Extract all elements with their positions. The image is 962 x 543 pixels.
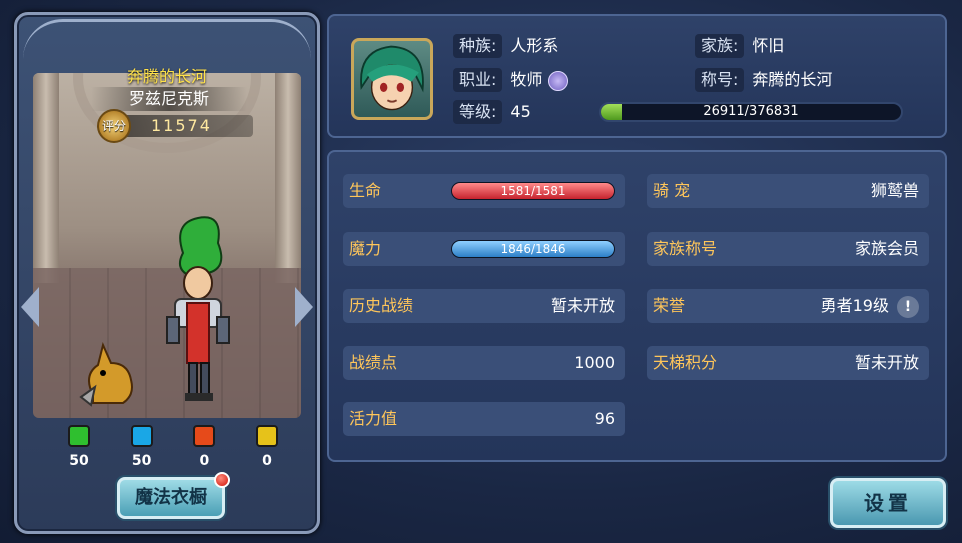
ladder-value: 暂未开放 [854,353,919,372]
green-gem-icon [68,425,90,447]
pillar-left [33,73,59,283]
yellow-gem-icon [255,425,278,447]
hp-value: 1581/1581 [500,184,566,198]
settings-button[interactable]: 设置 [830,478,946,528]
race-label: 种族: [453,34,503,58]
magic-wardrobe-button[interactable]: 魔法衣橱 [117,472,230,519]
honor-row: 荣誉 勇者19级 ! [647,289,929,323]
ladder-label: 天梯积分 [653,353,718,372]
character-title: 奔腾的长河 [126,67,207,86]
experience-text: 26911/376831 [703,104,799,119]
vitality-row: 活力值 96 [343,402,625,436]
gem-value: 50 [69,453,89,469]
class-value: 牧师 [510,70,543,89]
mp-value: 1846/1846 [500,242,566,256]
gem-blue: 50 [120,425,164,469]
family-rank-label: 家族称号 [653,239,718,258]
red-gem-icon [193,425,216,447]
pet-sprite[interactable] [73,335,143,415]
gem-value: 50 [131,453,152,469]
class-label: 职业: [453,68,503,92]
family-label: 家族: [695,34,745,58]
pet-label: 骑 宠 [653,181,691,200]
battle-points-value: 1000 [574,353,615,372]
honor-value: 勇者19级 [820,296,889,315]
family-value: 怀旧 [752,36,785,55]
arrow-left-icon[interactable] [21,287,39,327]
gem-red: 0 [182,425,226,469]
title-row: 称号: 奔腾的长河 [695,66,832,92]
honor-label: 荣誉 [653,296,686,315]
family-row: 家族: 怀旧 [695,32,784,58]
score-badge-icon: 评分 [97,109,131,143]
vitality-value: 96 [594,409,615,428]
level-value: 45 [510,102,531,121]
class-row: 职业: 牧师 [453,66,569,92]
race-value: 人形系 [510,36,559,55]
ladder-row: 天梯积分 暂未开放 [647,346,929,380]
history-label: 历史战绩 [349,296,414,315]
hp-row: 生命 1581/1581 [343,174,625,208]
title-value: 奔腾的长河 [752,70,833,89]
hp-label: 生命 [349,181,382,200]
race-row: 种族: 人形系 [453,32,558,58]
gem-value: 0 [199,453,210,469]
hero-sprite[interactable] [153,213,243,413]
family-rank-row: 家族称号 家族会员 [647,232,929,266]
character-panel: 奔腾的长河 罗兹尼克斯 评分 11574 50 50 0 0 魔法衣橱 [14,12,320,534]
info-panel: 种族: 人形系 职业: 牧师 等级: 45 家族: 怀旧 称号: 奔腾的长河 26911/… [327,14,947,138]
battle-points-row: 战绩点 1000 [343,346,625,380]
level-label: 等级: [453,100,503,124]
wardrobe-label: 魔法衣橱 [135,487,207,508]
score-value: 11574 [151,116,212,135]
score-bar: 评分 11574 [97,109,253,143]
character-name: 罗兹尼克斯 [91,87,247,111]
battle-points-label: 战绩点 [349,353,398,372]
history-row: 历史战绩 暂未开放 [343,289,625,323]
gem-green: 50 [57,425,101,469]
level-row: 等级: 45 [453,100,531,124]
mp-bar: 1846/1846 [451,240,615,258]
vitality-label: 活力值 [349,409,398,428]
notification-dot-icon [214,472,230,488]
mp-row: 魔力 1846/1846 [343,232,625,266]
priest-class-icon[interactable] [548,70,569,91]
experience-bar: 26911/376831 [599,102,903,122]
gem-yellow: 0 [245,425,289,469]
arrow-right-icon[interactable] [295,287,313,327]
pillar-right [275,73,301,283]
stats-panel: 生命 1581/1581 魔力 1846/1846 历史战绩 暂未开放 战绩点 … [327,150,947,462]
portrait-image [360,45,424,111]
gem-list: 50 50 0 0 [57,425,289,469]
avatar[interactable] [351,38,433,120]
gem-value: 0 [262,453,272,469]
mp-label: 魔力 [349,239,382,258]
hp-bar: 1581/1581 [451,182,615,200]
family-rank-value: 家族会员 [854,239,919,258]
pet-row: 骑 宠 狮鹫兽 [647,174,929,208]
blue-gem-icon [130,425,153,447]
info-exclamation-icon[interactable]: ! [897,296,919,318]
pet-value: 狮鹫兽 [870,181,919,200]
title-label: 称号: [695,68,745,92]
history-value: 暂未开放 [550,296,615,315]
